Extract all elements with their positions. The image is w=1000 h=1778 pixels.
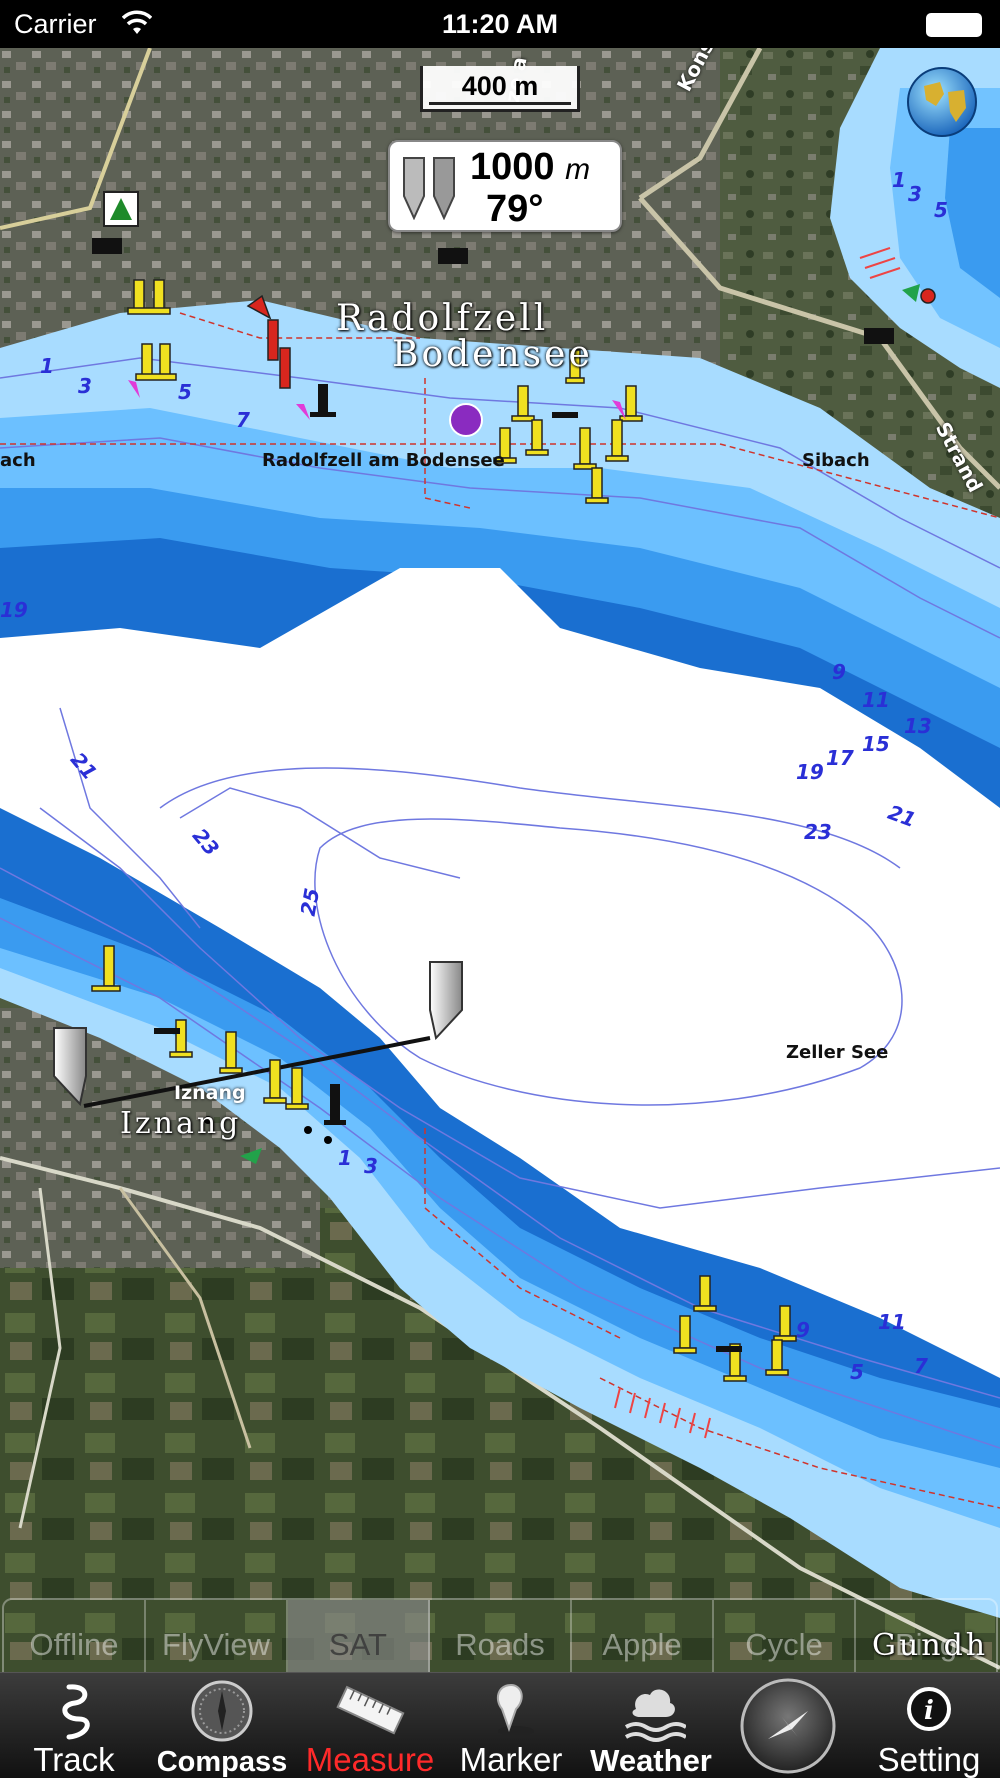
status-bar: Carrier 11:20 AM bbox=[0, 0, 1000, 48]
place-label-sibach: Sibach bbox=[802, 450, 870, 471]
depth-label: 15 bbox=[862, 732, 890, 756]
depth-label: 9 bbox=[796, 1318, 810, 1342]
depth-label: 11 bbox=[862, 688, 890, 712]
place-label-ach: ach bbox=[0, 450, 36, 471]
measure-button[interactable]: Measure bbox=[296, 1673, 444, 1778]
measure-pins-icon bbox=[403, 157, 455, 220]
depth-label: 7 bbox=[914, 1354, 928, 1378]
track-button[interactable]: Track bbox=[0, 1673, 148, 1778]
map-type-selector[interactable]: Offline FlyView SAT Roads Apple Cycle Bi… bbox=[2, 1598, 998, 1672]
depth-label: 5 bbox=[178, 380, 192, 404]
map-type-sat[interactable]: SAT bbox=[288, 1600, 430, 1672]
town-label-bodensee: Bodensee bbox=[392, 334, 593, 375]
depth-label: 11 bbox=[878, 1310, 906, 1334]
depth-label: 1 bbox=[40, 354, 54, 378]
weather-label: Weather bbox=[590, 1743, 712, 1778]
compass-icon bbox=[191, 1680, 253, 1742]
depth-label: 23 bbox=[804, 820, 832, 844]
measure-readout: 1000 m 79° bbox=[388, 140, 622, 232]
clock: 11:20 AM bbox=[441, 9, 559, 39]
navigation-button[interactable] bbox=[724, 1673, 858, 1778]
map-view[interactable]: Radolfzell Bodensee Radolfzell am Bodens… bbox=[0, 48, 1000, 1672]
info-icon: i bbox=[907, 1687, 951, 1731]
depth-label: 25 bbox=[295, 886, 325, 918]
marker-button[interactable]: Marker bbox=[444, 1673, 578, 1778]
town-label-iznang: Iznang bbox=[120, 1106, 242, 1141]
depth-label: 7 bbox=[236, 408, 250, 432]
battery-icon bbox=[926, 13, 982, 37]
globe-icon[interactable] bbox=[906, 66, 978, 138]
town-label-radolfzell: Radolfzell bbox=[336, 298, 549, 339]
depth-label: 3 bbox=[908, 182, 922, 206]
measure-distance: 1000 m bbox=[470, 146, 590, 189]
place-label-iznang: Iznang bbox=[174, 1082, 246, 1104]
marker-label: Marker bbox=[459, 1741, 563, 1778]
depth-label: 19 bbox=[0, 598, 28, 622]
depth-label: 19 bbox=[796, 760, 824, 784]
setting-button[interactable]: i Setting bbox=[858, 1673, 1000, 1778]
measure-label: Measure bbox=[305, 1741, 435, 1778]
marker-pin-icon bbox=[496, 1683, 534, 1736]
scale-bar: 400 m bbox=[420, 66, 580, 112]
place-label-zeller-see: Zeller See bbox=[786, 1042, 889, 1063]
depth-label: 9 bbox=[832, 660, 846, 684]
setting-label: Setting bbox=[877, 1741, 981, 1778]
place-label-radolfzell-am-bodensee: Radolfzell am Bodensee bbox=[262, 450, 505, 471]
map-type-cycle[interactable]: Cycle bbox=[714, 1600, 856, 1672]
depth-label: 3 bbox=[364, 1154, 378, 1178]
map-type-flyview[interactable]: FlyView bbox=[146, 1600, 288, 1672]
depth-label: 13 bbox=[904, 714, 932, 738]
weather-button[interactable]: Weather bbox=[578, 1673, 724, 1778]
svg-text:i: i bbox=[924, 1696, 934, 1726]
map-type-roads[interactable]: Roads bbox=[430, 1600, 572, 1672]
track-icon bbox=[62, 1684, 90, 1740]
map-type-apple[interactable]: Apple bbox=[572, 1600, 714, 1672]
navigation-marks bbox=[91, 191, 936, 1382]
compass-button[interactable]: Compass bbox=[148, 1673, 296, 1778]
depth-label: 5 bbox=[850, 1360, 864, 1384]
depth-label: 1 bbox=[338, 1146, 352, 1170]
measure-distance-unit: m bbox=[565, 153, 591, 186]
depth-label: 5 bbox=[934, 198, 948, 222]
scale-label: 400 m bbox=[461, 71, 539, 101]
depth-label: 1 bbox=[892, 168, 906, 192]
compass-label: Compass bbox=[156, 1746, 288, 1778]
measure-distance-value: 1000 bbox=[470, 146, 555, 188]
ruler-icon bbox=[336, 1685, 405, 1735]
map-type-bing[interactable]: Bing bbox=[856, 1600, 996, 1672]
depth-label: 3 bbox=[78, 374, 92, 398]
depth-label: 17 bbox=[826, 746, 854, 770]
navigation-dial-icon bbox=[740, 1678, 836, 1774]
measure-bearing: 79° bbox=[486, 188, 544, 230]
weather-icon bbox=[624, 1689, 686, 1742]
track-label: Track bbox=[33, 1741, 115, 1778]
map-type-offline[interactable]: Offline bbox=[4, 1600, 146, 1672]
bottom-toolbar: Track Compass Measure Marker Weather i S… bbox=[0, 1672, 1000, 1778]
